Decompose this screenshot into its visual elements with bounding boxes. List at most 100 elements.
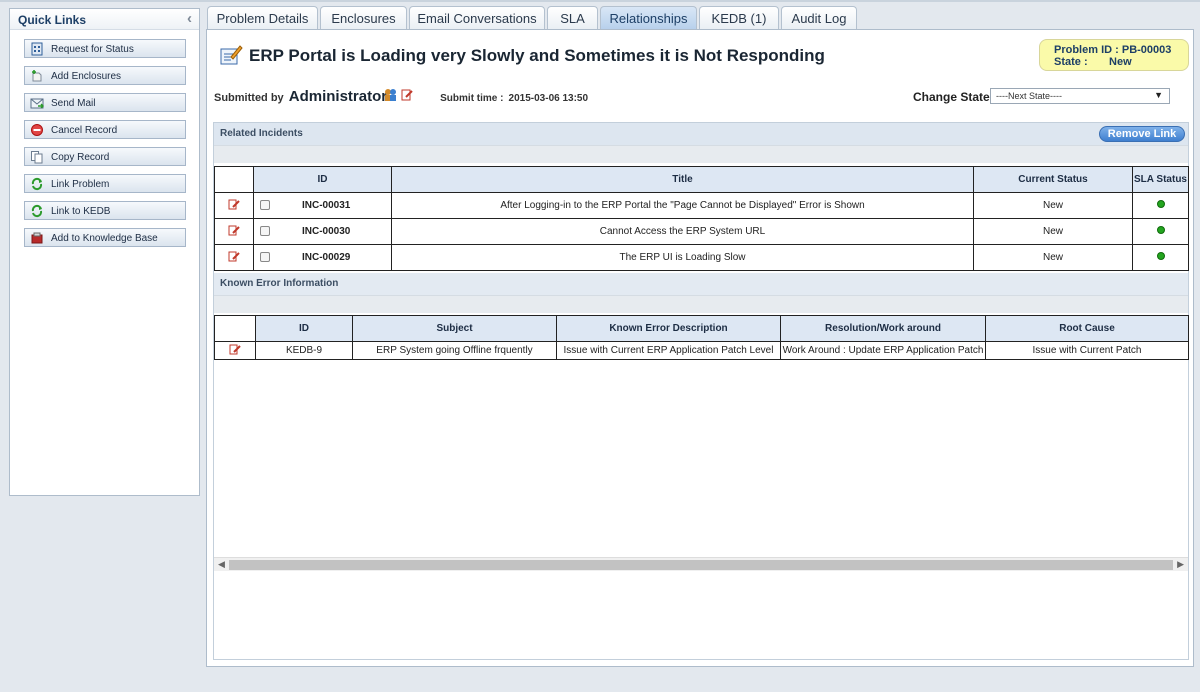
related-incidents-header: Related Incidents Remove Link [214, 123, 1188, 145]
scrollbar-thumb[interactable] [229, 560, 1173, 570]
edit-record-icon[interactable] [228, 199, 240, 210]
edit-user-icon[interactable] [401, 89, 413, 101]
tab-relationships[interactable]: Relationships [600, 6, 697, 30]
submitted-by-label: Submitted by [214, 92, 284, 104]
tab-sla[interactable]: SLA [547, 6, 598, 29]
known-error-toolbar [214, 295, 1188, 313]
add-enclosure-icon [32, 70, 42, 82]
column-header-subject[interactable]: Subject [352, 315, 557, 342]
collapse-icon[interactable]: ‹ [187, 10, 192, 27]
table-row: INC-00030 Cannot Access the ERP System U… [214, 218, 1189, 245]
kedb-root-cause: Issue with Current Patch [985, 341, 1189, 360]
scroll-left-icon[interactable]: ◀ [218, 559, 225, 570]
kedb-resolution: Work Around : Update ERP Application Pat… [780, 341, 986, 360]
scroll-right-icon[interactable]: ▶ [1177, 559, 1184, 570]
add-to-knowledge-base-label: Add to Knowledge Base [51, 233, 158, 244]
page-title: ERP Portal is Loading very Slowly and So… [249, 46, 825, 65]
tab-label: Relationships [609, 11, 688, 26]
row-checkbox[interactable] [260, 226, 270, 237]
tab-label: Audit Log [791, 11, 847, 26]
link-icon [31, 177, 43, 191]
edit-record-icon[interactable] [228, 225, 240, 236]
kedb-id[interactable]: KEDB-9 [255, 341, 353, 360]
known-error-table: ID Subject Known Error Description Resol… [214, 315, 1189, 360]
column-header-blank [214, 166, 254, 193]
top-border [0, 0, 1200, 2]
add-to-knowledge-base-button[interactable]: Add to Knowledge Base [24, 228, 186, 247]
add-enclosures-button[interactable]: Add Enclosures [24, 66, 186, 85]
incident-title: Cannot Access the ERP System URL [391, 218, 974, 245]
column-header-current-status[interactable]: Current Status [973, 166, 1133, 193]
send-mail-icon [30, 98, 44, 109]
dropdown-arrow-icon: ▼ [1154, 90, 1163, 100]
sla-status-indicator [1156, 226, 1165, 234]
kedb-subject: ERP System going Offline frquently [352, 341, 557, 360]
horizontal-scrollbar[interactable]: ◀ ▶ [214, 557, 1188, 571]
tab-kedb[interactable]: KEDB (1) [699, 6, 779, 29]
link-icon [31, 204, 43, 218]
link-to-kedb-button[interactable]: Link to KEDB [24, 201, 186, 220]
incident-id[interactable]: INC-00031 [302, 200, 350, 211]
row-edit-cell [214, 218, 254, 245]
tab-enclosures[interactable]: Enclosures [320, 6, 407, 29]
sla-status-indicator [1156, 252, 1165, 260]
state-label: State : [1054, 56, 1088, 68]
problem-id-value: PB-00003 [1121, 44, 1172, 56]
row-id-cell: INC-00031 [253, 192, 392, 219]
column-header-root-cause[interactable]: Root Cause [985, 315, 1189, 342]
column-header-description[interactable]: Known Error Description [556, 315, 781, 342]
remove-link-button[interactable]: Remove Link [1099, 126, 1185, 142]
send-mail-button[interactable]: Send Mail [24, 93, 186, 112]
column-header-id[interactable]: ID [255, 315, 353, 342]
submit-time-value: 2015-03-06 13:50 [508, 93, 589, 104]
row-edit-cell [214, 192, 254, 219]
relationships-content: Related Incidents Remove Link ID Title C… [213, 122, 1189, 660]
edit-record-icon[interactable] [229, 344, 241, 355]
copy-record-button[interactable]: Copy Record [24, 147, 186, 166]
submitted-by-value: Administrator [288, 88, 388, 105]
column-header-blank [214, 315, 256, 342]
row-checkbox[interactable] [260, 252, 270, 263]
sla-status-indicator [1156, 200, 1165, 208]
knowledge-base-icon [31, 232, 43, 244]
kedb-description: Issue with Current ERP Application Patch… [556, 341, 781, 360]
change-state-value: ----Next State---- [996, 91, 1062, 101]
column-header-sla-status[interactable]: SLA Status [1132, 166, 1189, 193]
cancel-icon [31, 124, 43, 136]
column-header-title[interactable]: Title [391, 166, 974, 193]
incident-status: New [973, 192, 1133, 219]
request-status-icon [31, 42, 43, 56]
related-incidents-toolbar [214, 145, 1188, 163]
incident-status: New [973, 244, 1133, 271]
send-mail-label: Send Mail [51, 98, 96, 109]
problem-id-label: Problem ID : [1054, 44, 1119, 56]
problem-record-icon [220, 45, 243, 65]
users-icon[interactable] [385, 89, 396, 101]
copy-record-label: Copy Record [51, 152, 110, 163]
cancel-record-label: Cancel Record [51, 125, 118, 136]
related-incidents-title: Related Incidents [220, 128, 303, 139]
change-state-select[interactable]: ----Next State---- ▼ [990, 88, 1170, 104]
tab-email-conversations[interactable]: Email Conversations [409, 6, 545, 29]
quick-links-title: Quick Links [18, 13, 87, 27]
table-header-row: ID Subject Known Error Description Resol… [214, 315, 1189, 342]
relationships-panel: ERP Portal is Loading very Slowly and So… [206, 29, 1194, 667]
cancel-record-button[interactable]: Cancel Record [24, 120, 186, 139]
column-header-id[interactable]: ID [253, 166, 392, 193]
tab-label: Problem Details [216, 11, 309, 26]
column-header-resolution[interactable]: Resolution/Work around [780, 315, 986, 342]
tab-label: KEDB (1) [711, 11, 767, 26]
row-checkbox[interactable] [260, 200, 270, 211]
sla-status-cell [1132, 192, 1189, 219]
table-row: INC-00029 The ERP UI is Loading Slow New [214, 244, 1189, 271]
request-status-button[interactable]: Request for Status [24, 39, 186, 58]
link-problem-label: Link Problem [51, 179, 110, 190]
edit-record-icon[interactable] [228, 251, 240, 262]
tab-audit-log[interactable]: Audit Log [781, 6, 857, 29]
link-problem-button[interactable]: Link Problem [24, 174, 186, 193]
tab-problem-details[interactable]: Problem Details [207, 6, 318, 29]
add-enclosures-label: Add Enclosures [51, 71, 122, 82]
row-edit-cell [214, 244, 254, 271]
incident-id[interactable]: INC-00030 [302, 226, 350, 237]
incident-id[interactable]: INC-00029 [302, 252, 350, 263]
